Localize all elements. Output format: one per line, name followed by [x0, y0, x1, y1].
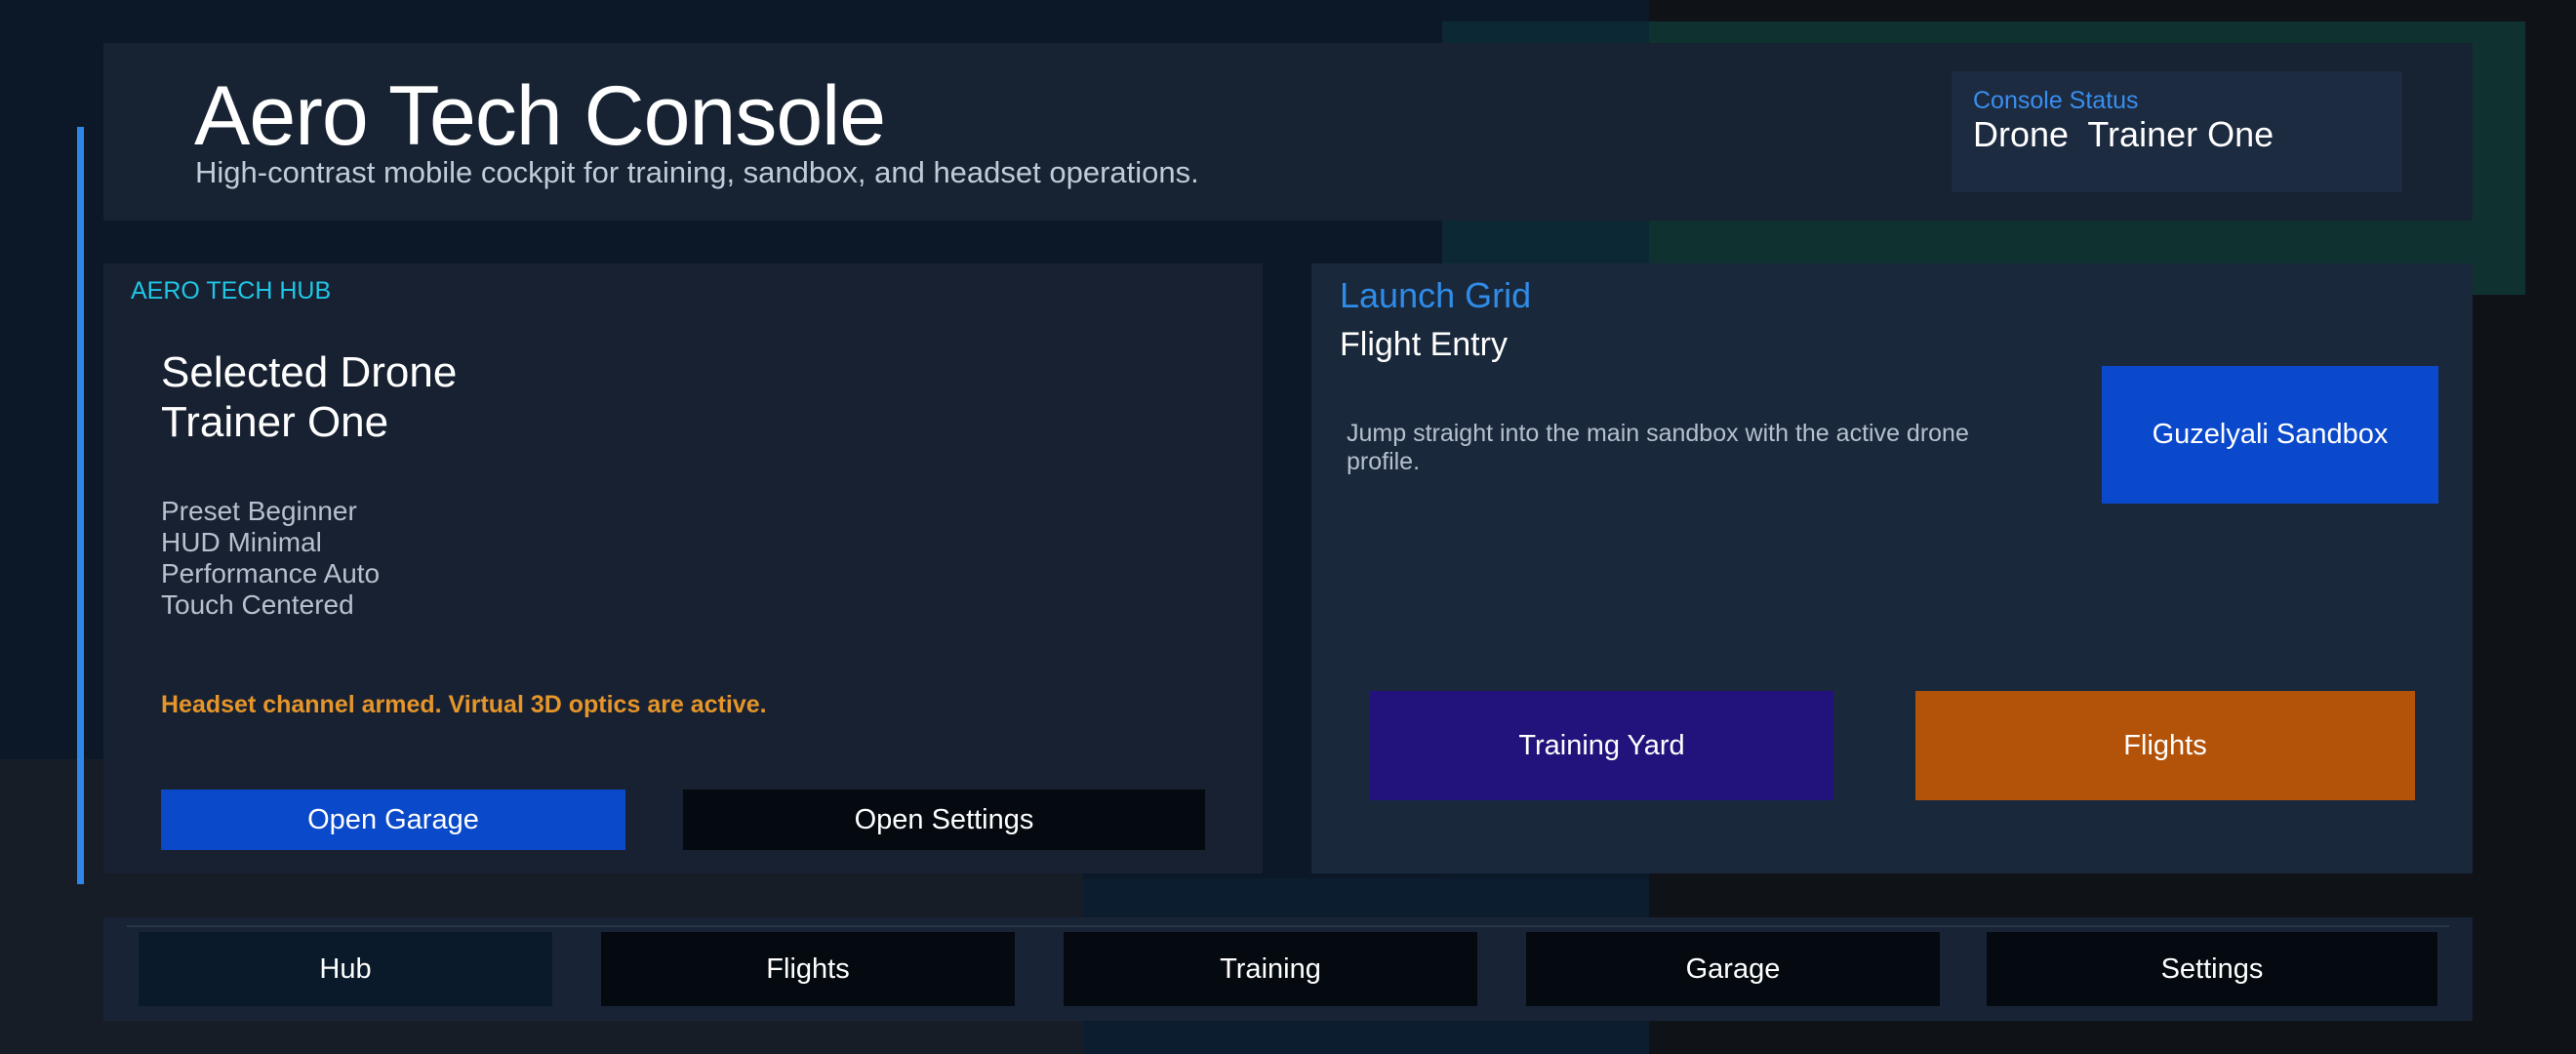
console-status-label: Console Status — [1973, 87, 2139, 114]
launch-grid-label: Launch Grid — [1340, 275, 1532, 315]
flight-entry-heading: Flight Entry — [1340, 326, 1508, 363]
page-subtitle: High-contrast mobile cockpit for trainin… — [195, 155, 1199, 189]
nav-divider — [127, 925, 2449, 927]
console-status-value: Drone Trainer One — [1973, 114, 2274, 154]
spec-hud: HUD Minimal — [161, 527, 322, 557]
console-status-card: Console Status Drone Trainer One — [1952, 71, 2402, 192]
hub-section-label: AERO TECH HUB — [131, 277, 332, 304]
page-title: Aero Tech Console — [194, 69, 886, 163]
spec-preset: Preset Beginner — [161, 496, 357, 526]
selected-drone-title: Selected Drone Trainer One — [161, 347, 457, 447]
nav-training[interactable]: Training — [1064, 932, 1477, 1006]
nav-hub[interactable]: Hub — [139, 932, 552, 1006]
nav-garage[interactable]: Garage — [1526, 932, 1940, 1006]
open-settings-button[interactable]: Open Settings — [683, 790, 1205, 850]
bottom-nav: Hub Flights Training Garage Settings — [103, 917, 2473, 1021]
spec-touch: Touch Centered — [161, 589, 354, 620]
drone-specs-list: Preset Beginner HUD Minimal Performance … — [161, 496, 380, 621]
open-garage-button[interactable]: Open Garage — [161, 790, 625, 850]
console-header: Aero Tech Console High-contrast mobile c… — [103, 43, 2473, 221]
headset-status: Headset channel armed. Virtual 3D optics… — [161, 691, 767, 718]
flights-button[interactable]: Flights — [1915, 691, 2415, 800]
guzelyali-sandbox-button[interactable]: Guzelyali Sandbox — [2102, 366, 2438, 504]
selected-drone-line2: Trainer One — [161, 398, 389, 446]
nav-flights[interactable]: Flights — [601, 932, 1015, 1006]
accent-bar — [77, 127, 84, 884]
training-yard-button[interactable]: Training Yard — [1370, 691, 1833, 800]
hub-panel: AERO TECH HUB Selected Drone Trainer One… — [103, 264, 1263, 873]
launch-grid-panel: Launch Grid Flight Entry Jump straight i… — [1311, 264, 2473, 873]
selected-drone-line1: Selected Drone — [161, 348, 458, 396]
spec-performance: Performance Auto — [161, 558, 381, 588]
nav-settings[interactable]: Settings — [1987, 932, 2437, 1006]
flight-entry-description: Jump straight into the main sandbox with… — [1347, 420, 1969, 475]
